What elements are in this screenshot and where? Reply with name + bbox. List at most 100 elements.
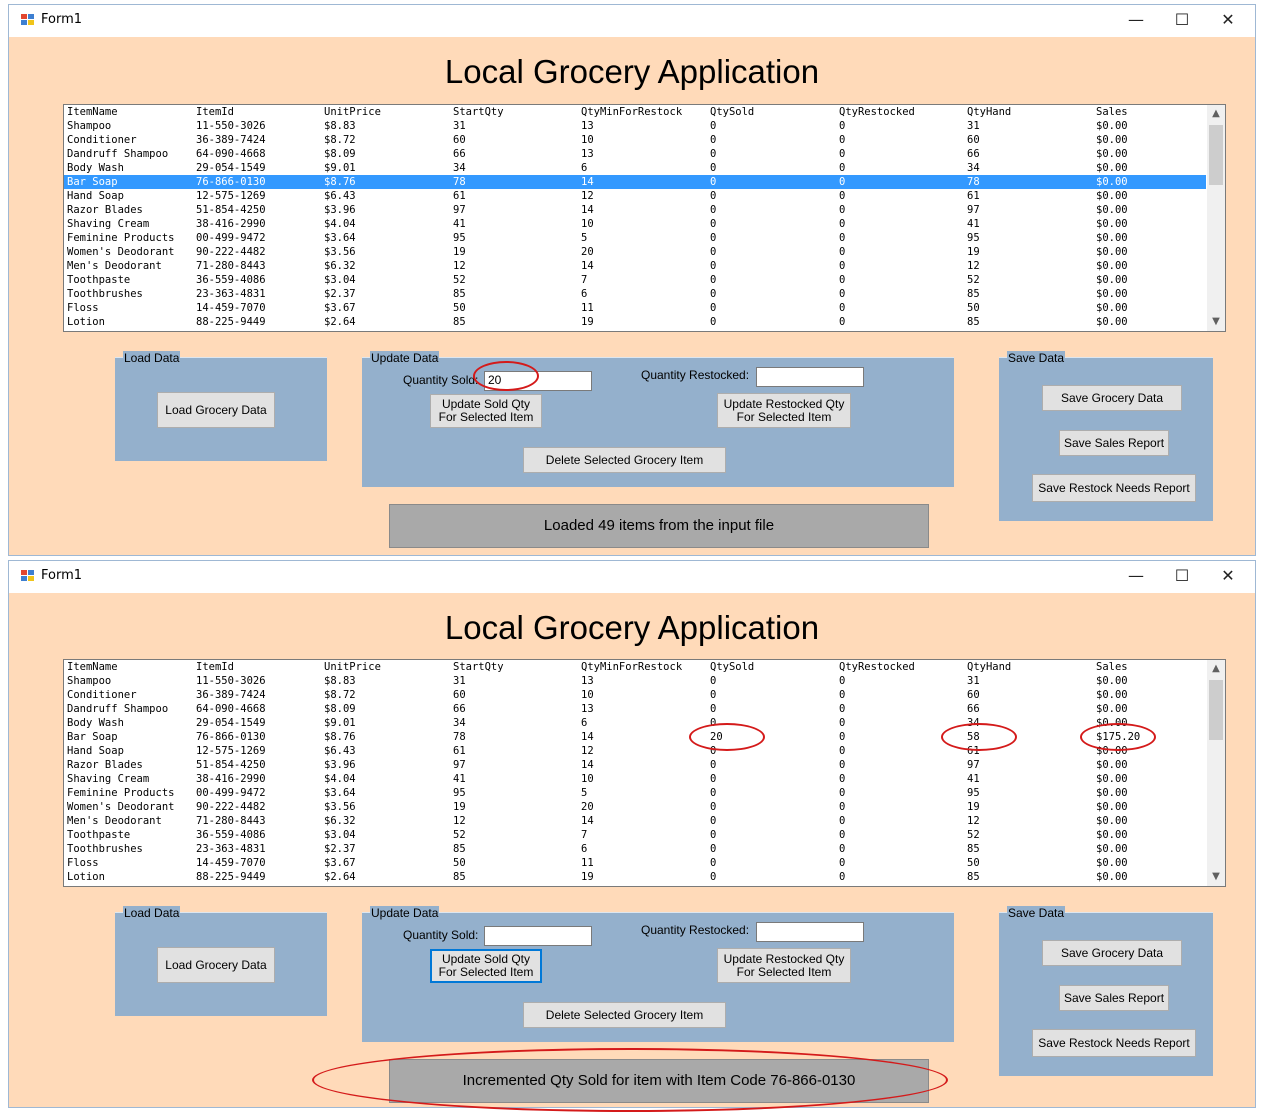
- listbox-item-row[interactable]: Dandruff Shampoo 64-090-4668 $8.09 66 13 0 0 66…: [64, 702, 1206, 716]
- listbox-item-row[interactable]: Razor Blades 51-854-4250 $3.96 97 14 0 0 97 $0.0…: [64, 203, 1206, 217]
- cell-qty-hand: 34: [967, 162, 980, 174]
- cell-item-id: 11-550-3026: [196, 120, 266, 132]
- listbox-item-row[interactable]: Hand Soap 12-575-1269 $6.43 61 12 0 0 61 $0.00: [64, 744, 1206, 758]
- scroll-down-arrow-icon[interactable]: ▼: [1207, 313, 1225, 331]
- cell-start-qty: 60: [453, 134, 466, 146]
- listbox-item-row[interactable]: Bar Soap 76-866-0130 $8.76 78 14 20 0 58 $175.20: [64, 730, 1206, 744]
- grocery-listbox[interactable]: ItemName ItemId UnitPrice StartQty QtyMinFor…: [63, 104, 1226, 332]
- cell-unit-price: $3.04: [324, 829, 356, 841]
- cell-qty-sold: 0: [710, 717, 717, 729]
- scroll-up-arrow-icon[interactable]: ▲: [1207, 105, 1225, 123]
- grocery-listbox[interactable]: ItemName ItemId UnitPrice StartQty QtyMinFor…: [63, 659, 1226, 887]
- update-data-group: Update Data Quantity Sold: 20 Quantity R…: [362, 351, 954, 487]
- update-restocked-qty-button[interactable]: Update Restocked Qty For Selected Item: [717, 393, 851, 428]
- listbox-item-row[interactable]: Shampoo 11-550-3026 $8.83 31 13 0 0 31 $0.00: [64, 119, 1206, 133]
- cell-start-qty: 52: [453, 274, 466, 286]
- listbox-item-row[interactable]: Conditioner 36-389-7424 $8.72 60 10 0 0 60 $0.00: [64, 133, 1206, 147]
- minimize-button[interactable]: —: [1113, 561, 1159, 593]
- cell-qty-min-for-restock: 11: [581, 302, 594, 314]
- cell-unit-price: $6.43: [324, 745, 356, 757]
- listbox-item-row[interactable]: Body Wash 29-054-1549 $9.01 34 6 0 0 34 $0.00: [64, 161, 1206, 175]
- update-sold-qty-button[interactable]: Update Sold Qty For Selected Item: [430, 949, 542, 983]
- delete-selected-item-button[interactable]: Delete Selected Grocery Item: [523, 1002, 726, 1028]
- listbox-item-row[interactable]: Bar Soap 76-866-0130 $8.76 78 14 0 0 78 $0.00: [64, 175, 1206, 189]
- cell-qty-hand: 85: [967, 871, 980, 883]
- listbox-item-row[interactable]: Conditioner 36-389-7424 $8.72 60 10 0 0 60 $0.00: [64, 688, 1206, 702]
- listbox-item-row[interactable]: Razor Blades 51-854-4250 $3.96 97 14 0 0 97 $0.0…: [64, 758, 1206, 772]
- cell-qty-hand: 50: [967, 857, 980, 869]
- listbox-item-row[interactable]: Men's Deodorant 71-280-8443 $6.32 12 14 0 0 12 $…: [64, 259, 1206, 273]
- window-title: Form1: [41, 12, 83, 27]
- quantity-restocked-input[interactable]: [756, 367, 864, 387]
- maximize-button[interactable]: ☐: [1159, 5, 1205, 37]
- cell-item-name: Razor Blades: [67, 759, 143, 771]
- save-restock-needs-report-button[interactable]: Save Restock Needs Report: [1032, 474, 1196, 502]
- cell-item-id: 00-499-9472: [196, 787, 266, 799]
- cell-sales: $0.00: [1096, 703, 1128, 715]
- listbox-item-row[interactable]: Women's Deodorant 90-222-4482 $3.56 19 20 0 0 1…: [64, 800, 1206, 814]
- listbox-item-row[interactable]: Men's Deodorant 71-280-8443 $6.32 12 14 0 0 12 $…: [64, 814, 1206, 828]
- scroll-down-arrow-icon[interactable]: ▼: [1207, 868, 1225, 886]
- listbox-item-row[interactable]: Toothbrushes 23-363-4831 $2.37 85 6 0 0 85 $0.00: [64, 287, 1206, 301]
- update-restocked-qty-button[interactable]: Update Restocked Qty For Selected Item: [717, 948, 851, 983]
- listbox-item-row[interactable]: Toothbrushes 23-363-4831 $2.37 85 6 0 0 85 $0.00: [64, 842, 1206, 856]
- listbox-item-row[interactable]: Body Wash 29-054-1549 $9.01 34 6 0 0 34 $0.00: [64, 716, 1206, 730]
- header-qty-hand: QtyHand: [967, 661, 1012, 673]
- listbox-item-row[interactable]: Feminine Products 00-499-9472 $3.64 95 5 0 0 95…: [64, 231, 1206, 245]
- cell-item-id: 12-575-1269: [196, 745, 266, 757]
- listbox-item-row[interactable]: Floss 14-459-7070 $3.67 50 11 0 0 50 $0.00: [64, 856, 1206, 870]
- cell-unit-price: $6.32: [324, 260, 356, 272]
- listbox-scrollbar[interactable]: ▲ ▼: [1207, 660, 1225, 886]
- cell-qty-sold: 0: [710, 274, 717, 286]
- listbox-item-row[interactable]: Feminine Products 00-499-9472 $3.64 95 5 0 0 95…: [64, 786, 1206, 800]
- minimize-button[interactable]: —: [1113, 5, 1159, 37]
- scroll-up-arrow-icon[interactable]: ▲: [1207, 660, 1225, 678]
- maximize-button[interactable]: ☐: [1159, 561, 1205, 593]
- save-sales-report-button[interactable]: Save Sales Report: [1059, 430, 1169, 456]
- quantity-sold-input[interactable]: 20: [484, 371, 592, 391]
- scroll-thumb[interactable]: [1209, 125, 1223, 185]
- listbox-item-row[interactable]: Dandruff Shampoo 64-090-4668 $8.09 66 13 0 0 66…: [64, 147, 1206, 161]
- cell-qty-hand: 85: [967, 288, 980, 300]
- save-grocery-data-button[interactable]: Save Grocery Data: [1042, 940, 1182, 966]
- quantity-sold-label: Quantity Sold:: [403, 928, 479, 942]
- save-grocery-data-button[interactable]: Save Grocery Data: [1042, 385, 1182, 411]
- cell-unit-price: $3.56: [324, 246, 356, 258]
- title-bar[interactable]: Form1 — ☐ ✕: [9, 561, 1255, 593]
- cell-qty-sold: 0: [710, 857, 717, 869]
- quantity-restocked-input[interactable]: [756, 922, 864, 942]
- cell-sales: $0.00: [1096, 829, 1128, 841]
- cell-qty-hand: 41: [967, 773, 980, 785]
- load-grocery-data-button[interactable]: Load Grocery Data: [157, 392, 275, 428]
- cell-unit-price: $8.76: [324, 731, 356, 743]
- listbox-item-row[interactable]: Lotion 88-225-9449 $2.64 85 19 0 0 85 $0.00: [64, 870, 1206, 884]
- listbox-item-row[interactable]: Floss 14-459-7070 $3.67 50 11 0 0 50 $0.00: [64, 301, 1206, 315]
- cell-start-qty: 85: [453, 288, 466, 300]
- listbox-item-row[interactable]: Toothpaste 36-559-4086 $3.04 52 7 0 0 52 $0.00: [64, 273, 1206, 287]
- header-qty-hand: QtyHand: [967, 106, 1012, 118]
- scroll-thumb[interactable]: [1209, 680, 1223, 740]
- listbox-item-row[interactable]: Shaving Cream 38-416-2990 $4.04 41 10 0 0 41 $0.…: [64, 772, 1206, 786]
- cell-qty-min-for-restock: 13: [581, 120, 594, 132]
- listbox-item-row[interactable]: Lotion 88-225-9449 $2.64 85 19 0 0 85 $0.00: [64, 315, 1206, 329]
- cell-item-id: 36-559-4086: [196, 829, 266, 841]
- save-restock-needs-report-button[interactable]: Save Restock Needs Report: [1032, 1029, 1196, 1057]
- listbox-item-row[interactable]: Women's Deodorant 90-222-4482 $3.56 19 20 0 0 1…: [64, 245, 1206, 259]
- listbox-item-row[interactable]: Toothpaste 36-559-4086 $3.04 52 7 0 0 52 $0.00: [64, 828, 1206, 842]
- close-button[interactable]: ✕: [1205, 561, 1251, 593]
- update-sold-qty-button[interactable]: Update Sold Qty For Selected Item: [430, 394, 542, 428]
- save-sales-report-button[interactable]: Save Sales Report: [1059, 985, 1169, 1011]
- listbox-item-row[interactable]: Hand Soap 12-575-1269 $6.43 61 12 0 0 61 $0.00: [64, 189, 1206, 203]
- cell-unit-price: $8.09: [324, 703, 356, 715]
- close-button[interactable]: ✕: [1205, 5, 1251, 37]
- cell-qty-sold: 0: [710, 871, 717, 883]
- delete-selected-item-button[interactable]: Delete Selected Grocery Item: [523, 447, 726, 473]
- listbox-item-row[interactable]: Shaving Cream 38-416-2990 $4.04 41 10 0 0 41 $0.…: [64, 217, 1206, 231]
- cell-item-id: 38-416-2990: [196, 773, 266, 785]
- title-bar[interactable]: Form1 — ☐ ✕: [9, 5, 1255, 37]
- listbox-item-row[interactable]: Shampoo 11-550-3026 $8.83 31 13 0 0 31 $0.00: [64, 674, 1206, 688]
- listbox-scrollbar[interactable]: ▲ ▼: [1207, 105, 1225, 331]
- quantity-sold-input[interactable]: [484, 926, 592, 946]
- load-grocery-data-button[interactable]: Load Grocery Data: [157, 947, 275, 983]
- cell-item-name: Floss: [67, 857, 99, 869]
